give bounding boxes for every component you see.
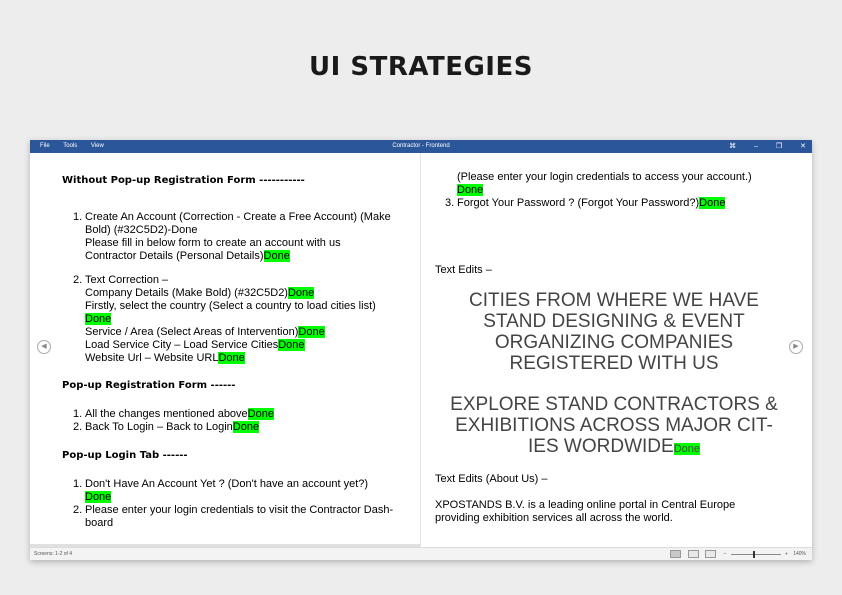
- about-label: Text Edits (About Us) –: [435, 473, 548, 485]
- done-badge: Done: [232, 421, 260, 433]
- screen-count: Screens: 1-2 of 4: [34, 551, 73, 557]
- document-title: Contractor - Frontend: [392, 143, 450, 149]
- next-page-icon[interactable]: ▶: [789, 340, 803, 354]
- done-badge: Done: [247, 408, 274, 420]
- done-badge: Done: [287, 287, 315, 299]
- title-bar: File Tools View Contractor - Frontend ⌘ …: [30, 140, 812, 153]
- done-badge: Done: [218, 352, 245, 364]
- print-layout-icon[interactable]: [687, 550, 699, 558]
- about-text: XPOSTANDS B.V. is a leading online porta…: [435, 499, 736, 524]
- minimize-icon[interactable]: –: [754, 143, 758, 150]
- zoom-out-button[interactable]: –: [723, 551, 726, 557]
- done-badge: Done: [298, 326, 325, 338]
- done-badge: Done: [673, 443, 700, 455]
- list-item: 2. Back To Login – Back to LoginDone: [73, 421, 260, 433]
- zoom-slider[interactable]: [730, 550, 781, 558]
- list-item: 1. All the changes mentioned aboveDone: [73, 408, 274, 420]
- read-mode-icon[interactable]: [670, 550, 682, 558]
- window-controls: ⌘ – ❐ ✕: [713, 142, 806, 150]
- list-item: (Please enter your login credentials to …: [457, 171, 752, 196]
- done-badge: Done: [263, 250, 290, 262]
- view-controls: – + 140%: [665, 550, 806, 558]
- left-page: Without Pop-up Registration Form -------…: [30, 153, 421, 548]
- headline-cities: CITIES FROM WHERE WE HAVE STAND DESIGNIN…: [469, 290, 759, 374]
- list-item: 1. Create An Account (Correction - Creat…: [73, 211, 391, 262]
- done-badge: Done: [85, 491, 112, 503]
- list-item: 2. Text Correction – Company Details (Ma…: [73, 274, 376, 364]
- done-badge: Done: [457, 184, 484, 196]
- done-badge: Done: [699, 197, 726, 209]
- section-heading: Pop-up Registration Form ------: [62, 380, 236, 391]
- list-item: 3. Forgot Your Password ? (Forgot Your P…: [445, 197, 726, 209]
- headline-explore: EXPLORE STAND CONTRACTORS & EXHIBITIONS …: [450, 394, 778, 457]
- list-item: 1. Don't Have An Account Yet ? (Don't ha…: [73, 478, 369, 503]
- zoom-in-button[interactable]: +: [785, 551, 788, 557]
- zoom-level: 140%: [793, 551, 806, 558]
- previous-page-icon[interactable]: ◀: [37, 340, 51, 354]
- done-badge: Done: [85, 313, 112, 325]
- fit-window-icon[interactable]: ⌘: [729, 143, 736, 150]
- slide-title: UI STRATEGIES: [309, 52, 533, 82]
- section-heading: Without Pop-up Registration Form -------…: [62, 175, 305, 186]
- zoom-slider-handle[interactable]: [752, 550, 755, 558]
- done-badge: Done: [278, 339, 305, 351]
- section-heading: Pop-up Login Tab ------: [62, 450, 188, 461]
- status-bar: Screens: 1-2 of 4 – + 140%: [30, 547, 812, 560]
- list-item: 2. Please enter your login credentials t…: [73, 504, 394, 529]
- web-layout-icon[interactable]: [704, 550, 716, 558]
- right-page: (Please enter your login credentials to …: [421, 153, 812, 548]
- close-icon[interactable]: ✕: [800, 143, 806, 150]
- text-edits-label: Text Edits –: [435, 264, 492, 276]
- restore-icon[interactable]: ❐: [776, 143, 782, 150]
- app-window: File Tools View Contractor - Frontend ⌘ …: [30, 140, 812, 560]
